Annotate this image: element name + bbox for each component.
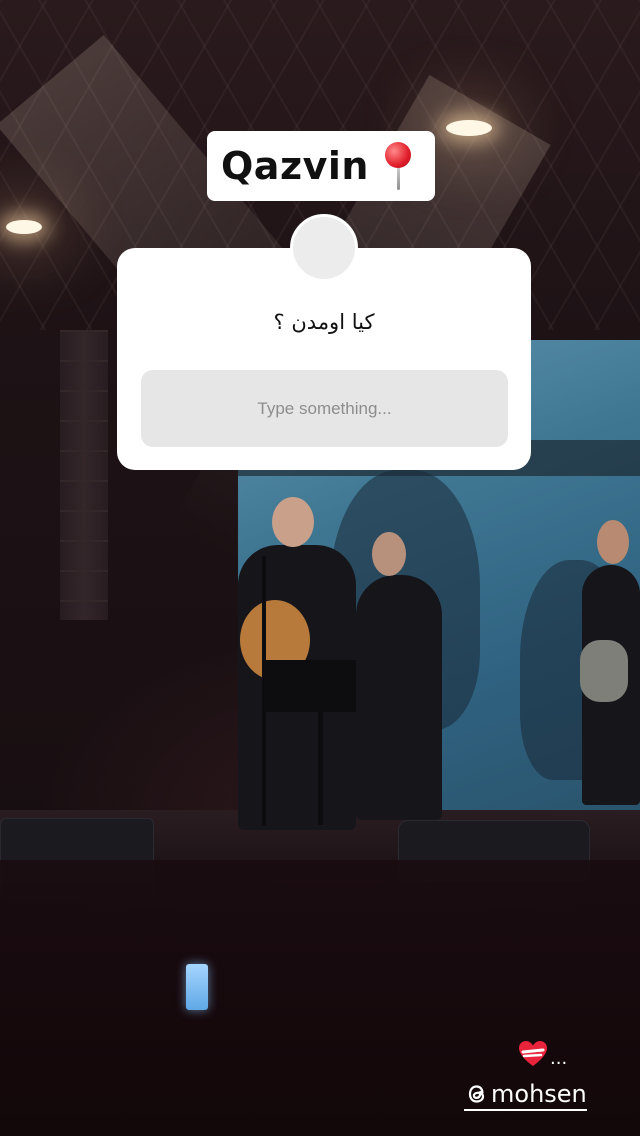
mending-heart-icon <box>519 1041 547 1066</box>
lighting-pillar <box>60 330 108 620</box>
mention-username: mohsen <box>491 1080 587 1108</box>
stage-light <box>446 120 492 136</box>
round-pushpin-icon <box>379 138 419 194</box>
threads-icon <box>468 1085 485 1103</box>
location-sticker[interactable]: Qazvin <box>207 131 435 201</box>
stage-light <box>6 220 42 234</box>
audience-phone <box>186 964 208 1010</box>
question-text: کیا اومدن ؟ <box>273 310 375 334</box>
heart-sticker-ellipsis: ... <box>550 1048 568 1069</box>
heart-sticker: ... <box>518 1040 567 1068</box>
mention-tag[interactable]: mohsen <box>464 1080 587 1111</box>
bass-guitar <box>580 640 628 702</box>
bassist-head <box>597 520 629 564</box>
guitarist <box>356 575 442 820</box>
avatar <box>290 214 358 282</box>
location-name: Qazvin <box>221 144 369 188</box>
answer-input[interactable] <box>141 370 508 447</box>
singer-head <box>272 497 314 547</box>
music-stand-pole <box>318 700 323 825</box>
guitarist-head <box>372 532 406 576</box>
